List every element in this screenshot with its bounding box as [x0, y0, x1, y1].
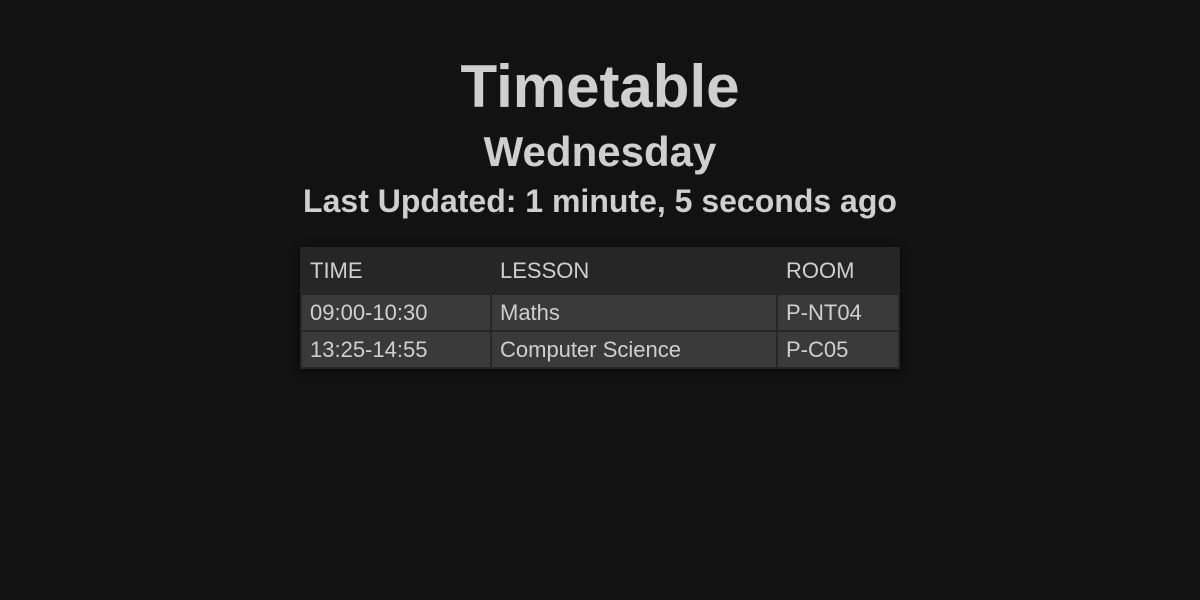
table-row: 13:25-14:55 Computer Science P-C05 [302, 332, 898, 367]
cell-time: 09:00-10:30 [302, 295, 490, 330]
header-room: ROOM [786, 258, 855, 283]
table-row: 09:00-10:30 Maths P-NT04 [302, 295, 898, 330]
cell-room: P-NT04 [778, 295, 898, 330]
timetable: TIME LESSON ROOM 09:00-10:30 Maths P-NT0… [300, 247, 900, 369]
cell-room: P-C05 [778, 332, 898, 367]
cell-lesson: Maths [492, 295, 776, 330]
page-title: Timetable [460, 53, 740, 120]
table-header-row: TIME LESSON ROOM [302, 249, 898, 293]
cell-lesson: Computer Science [492, 332, 776, 367]
day-heading: Wednesday [483, 128, 717, 175]
header-time: TIME [310, 258, 363, 283]
cell-time: 13:25-14:55 [302, 332, 490, 367]
last-updated: Last Updated: 1 minute, 5 seconds ago [303, 183, 897, 219]
header-lesson: LESSON [500, 258, 590, 283]
